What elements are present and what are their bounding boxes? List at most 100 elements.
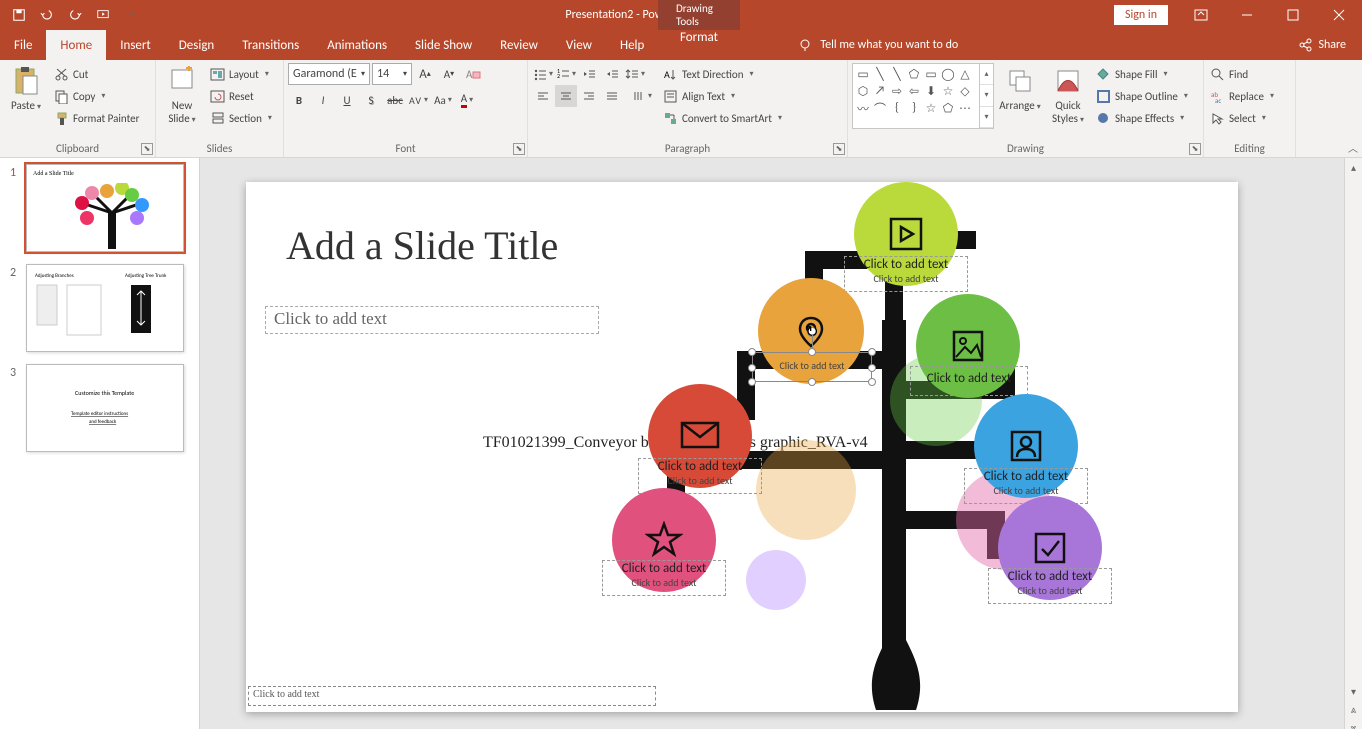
next-slide-button[interactable]: ⩔ — [1345, 718, 1362, 729]
font-name-combo[interactable]: Garamond (E▾ — [288, 63, 370, 85]
line-spacing-button[interactable] — [624, 63, 646, 85]
scroll-up-arrow[interactable]: ▴ — [1345, 158, 1362, 176]
paragraph-dialog-launcher[interactable]: ⬊ — [833, 143, 845, 155]
paste-button[interactable]: Paste — [4, 63, 48, 114]
slide-title-placeholder[interactable]: Add a Slide Title — [286, 222, 558, 269]
clear-formatting-icon[interactable]: A — [462, 63, 484, 85]
new-slide-button[interactable]: New Slide — [160, 63, 204, 127]
decrease-font-size-icon[interactable]: A▾ — [438, 63, 460, 85]
find-label: Find — [1229, 68, 1248, 81]
align-right-button[interactable] — [578, 85, 600, 107]
node-green-textbox[interactable]: Click to add text — [910, 366, 1028, 396]
quick-styles-button[interactable]: Quick Styles — [1046, 63, 1090, 127]
minimize-button[interactable] — [1224, 0, 1270, 30]
section-button[interactable]: Section — [208, 107, 274, 129]
cut-button[interactable]: Cut — [52, 63, 141, 85]
italic-button[interactable]: I — [312, 89, 334, 111]
qat-customize-dropdown[interactable] — [118, 2, 144, 28]
reset-button[interactable]: Reset — [208, 85, 274, 107]
slide-thumb-3[interactable]: 3 Customize this TemplateTemplate editor… — [10, 364, 199, 452]
tab-format[interactable]: Format — [658, 30, 740, 45]
font-size-combo[interactable]: 14▾ — [372, 63, 412, 85]
svg-text:Adjusting Branches: Adjusting Branches — [35, 273, 74, 279]
save-icon[interactable] — [6, 2, 32, 28]
increase-indent-button[interactable] — [601, 63, 623, 85]
tab-help[interactable]: Help — [606, 30, 658, 60]
underline-button[interactable]: U — [336, 89, 358, 111]
redo-icon[interactable] — [62, 2, 88, 28]
scroll-down-arrow[interactable]: ▾ — [1345, 682, 1362, 700]
convert-smartart-button[interactable]: Convert to SmartArt — [661, 107, 784, 129]
slide-thumb-2[interactable]: 2 Adjusting BranchesAdjusting Tree Trunk — [10, 264, 199, 352]
shadow-button[interactable]: S — [360, 89, 382, 111]
tab-slideshow[interactable]: Slide Show — [401, 30, 486, 60]
select-button[interactable]: Select — [1208, 107, 1276, 129]
tab-insert[interactable]: Insert — [106, 30, 165, 60]
node-blue-textbox[interactable]: Click to add text Click to add text — [964, 468, 1088, 504]
close-button[interactable] — [1316, 0, 1362, 30]
bold-button[interactable]: B — [288, 89, 310, 111]
slide-thumb-1[interactable]: 1 Add a Slide Title — [10, 164, 199, 252]
prev-slide-button[interactable]: ⩓ — [1345, 700, 1362, 718]
tab-view[interactable]: View — [552, 30, 606, 60]
tab-home[interactable]: Home — [46, 30, 106, 60]
collapse-ribbon-button[interactable]: ︿ — [1348, 140, 1358, 155]
tell-me-search[interactable]: Tell me what you want to do — [798, 30, 958, 60]
slide-subtext-placeholder[interactable]: Click to add text — [265, 306, 599, 334]
shape-outline-button[interactable]: Shape Outline — [1094, 85, 1190, 107]
align-center-button[interactable] — [555, 85, 577, 107]
shape-fill-button[interactable]: Shape Fill — [1094, 63, 1190, 85]
thumb-1[interactable]: Add a Slide Title — [26, 164, 184, 252]
align-left-button[interactable] — [532, 85, 554, 107]
font-color-button[interactable]: A — [456, 89, 478, 111]
replace-label: Replace — [1229, 90, 1264, 103]
font-dialog-launcher[interactable]: ⬊ — [513, 143, 525, 155]
drawing-dialog-launcher[interactable]: ⬊ — [1189, 143, 1201, 155]
numbering-button[interactable]: 12 — [555, 63, 577, 85]
node-pink-textbox[interactable]: Click to add text Click to add text — [602, 560, 726, 596]
align-text-button[interactable]: Align Text — [661, 85, 784, 107]
strikethrough-button[interactable]: abc — [384, 89, 406, 111]
slideshow-from-start-icon[interactable] — [90, 2, 116, 28]
clipboard-dialog-launcher[interactable]: ⬊ — [141, 143, 153, 155]
ribbon-display-options-icon[interactable] — [1178, 0, 1224, 30]
maximize-button[interactable] — [1270, 0, 1316, 30]
tab-file[interactable]: File — [0, 30, 46, 60]
undo-icon[interactable] — [34, 2, 60, 28]
arrange-button[interactable]: Arrange — [998, 63, 1042, 114]
increase-font-size-icon[interactable]: A▴ — [414, 63, 436, 85]
scroll-track[interactable] — [1345, 176, 1362, 682]
sign-in-button[interactable]: Sign in — [1114, 5, 1168, 25]
thumb-num-3: 3 — [10, 364, 20, 452]
node-purple-textbox[interactable]: Click to add text Click to add text — [988, 568, 1112, 604]
node-orange-textbox-selected[interactable]: Click to add text ↻ — [752, 352, 872, 382]
replace-button[interactable]: abacReplace — [1208, 85, 1276, 107]
shapes-gallery-scroll[interactable]: ▴▾▾ — [980, 63, 994, 129]
thumbnail-panel[interactable]: 1 Add a Slide Title 2 Adjusting Branches… — [0, 158, 200, 729]
copy-button[interactable]: Copy — [52, 85, 141, 107]
slide-canvas[interactable]: Add a Slide Title Click to add text Clic… — [200, 158, 1344, 729]
tab-animations[interactable]: Animations — [313, 30, 401, 60]
thumb-2[interactable]: Adjusting BranchesAdjusting Tree Trunk — [26, 264, 184, 352]
columns-button[interactable] — [631, 85, 653, 107]
tab-design[interactable]: Design — [165, 30, 228, 60]
char-spacing-button[interactable]: AV — [408, 89, 430, 111]
tab-review[interactable]: Review — [486, 30, 552, 60]
shapes-gallery[interactable]: ▭╲╲⬠▭◯△ ⬡↗⇨⇦⬇☆◇ 〰⌒{}☆⬠⋯ — [852, 63, 980, 129]
thumb-3[interactable]: Customize this TemplateTemplate editor i… — [26, 364, 184, 452]
text-direction-button[interactable]: AText Direction — [661, 63, 784, 85]
tab-transitions[interactable]: Transitions — [228, 30, 313, 60]
slide[interactable]: Add a Slide Title Click to add text Clic… — [246, 182, 1238, 712]
layout-button[interactable]: Layout — [208, 63, 274, 85]
node-lime-textbox[interactable]: Click to add text Click to add text — [844, 256, 968, 292]
justify-button[interactable] — [601, 85, 623, 107]
shape-effects-button[interactable]: Shape Effects — [1094, 107, 1190, 129]
decrease-indent-button[interactable] — [578, 63, 600, 85]
find-button[interactable]: Find — [1208, 63, 1276, 85]
bullets-button[interactable] — [532, 63, 554, 85]
shape-textbox-icon[interactable]: ▭ — [855, 66, 871, 82]
format-painter-button[interactable]: Format Painter — [52, 107, 141, 129]
change-case-button[interactable]: Aa — [432, 89, 454, 111]
share-button[interactable]: Share — [1282, 30, 1362, 60]
vertical-scrollbar[interactable]: ▴ ▾ ⩓ ⩔ — [1344, 158, 1362, 729]
